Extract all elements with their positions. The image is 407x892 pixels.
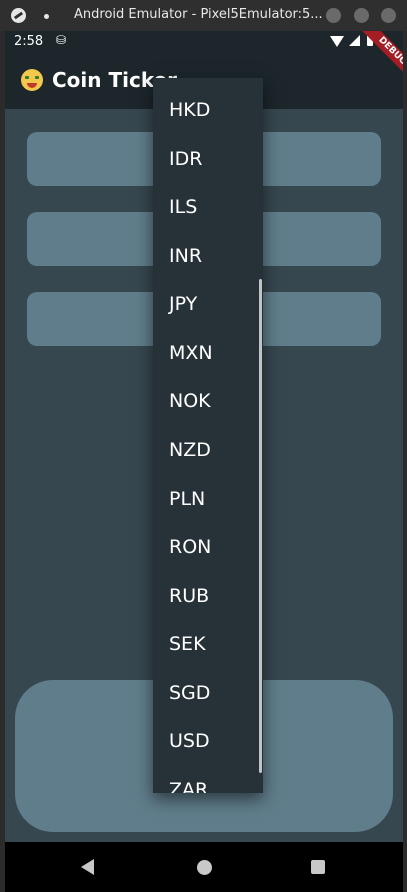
emulator-window: Android Emulator - Pixel5Emulator:5... 2… xyxy=(0,0,407,892)
dropdown-item-nok[interactable]: NOK xyxy=(169,390,211,412)
close-button[interactable] xyxy=(381,8,396,23)
navigation-bar xyxy=(5,842,403,892)
dropdown-item-ils[interactable]: ILS xyxy=(169,196,197,218)
phone-screen: 2:58 ⛁ Coin Ticker DEBUG 1 ... D 1 ... D… xyxy=(5,31,403,892)
dropdown-scrollbar[interactable] xyxy=(259,279,262,773)
dropdown-item-sek[interactable]: SEK xyxy=(169,633,206,655)
home-icon[interactable] xyxy=(197,860,212,875)
dropdown-item-mxn[interactable]: MXN xyxy=(169,342,213,364)
recent-apps-icon[interactable] xyxy=(311,860,325,874)
dropdown-item-usd[interactable]: USD xyxy=(169,730,210,752)
emulator-app-icon xyxy=(11,8,26,23)
dropdown-item-nzd[interactable]: NZD xyxy=(169,439,211,461)
dropdown-item-hkd[interactable]: HKD xyxy=(169,99,210,121)
pin-icon[interactable] xyxy=(44,14,49,19)
dropdown-item-jpy[interactable]: JPY xyxy=(169,293,197,315)
dropdown-item-pln[interactable]: PLN xyxy=(169,488,205,510)
dropdown-item-idr[interactable]: IDR xyxy=(169,148,202,170)
dropdown-item-inr[interactable]: INR xyxy=(169,245,202,267)
wifi-icon xyxy=(330,36,344,47)
dropdown-item-ron[interactable]: RON xyxy=(169,536,211,558)
currency-dropdown-menu[interactable]: HKD IDR ILS INR JPY MXN NOK NZD PLN RON … xyxy=(153,78,263,793)
status-time: 2:58 xyxy=(14,34,44,49)
debug-banner: DEBUG xyxy=(345,31,403,89)
back-icon[interactable] xyxy=(81,859,94,875)
dropdown-item-rub[interactable]: RUB xyxy=(169,585,209,607)
minimize-button[interactable] xyxy=(326,8,341,23)
debug-banner-label: DEBUG xyxy=(356,31,403,87)
dropdown-item-zar[interactable]: ZAR xyxy=(169,779,208,793)
maximize-button[interactable] xyxy=(354,8,369,23)
window-title: Android Emulator - Pixel5Emulator:5... xyxy=(74,7,323,22)
sim-icon: ⛁ xyxy=(56,33,67,47)
money-mouth-face-icon xyxy=(21,69,43,91)
window-titlebar[interactable]: Android Emulator - Pixel5Emulator:5... xyxy=(0,0,407,31)
dropdown-item-sgd[interactable]: SGD xyxy=(169,682,210,704)
status-bar: 2:58 ⛁ xyxy=(5,31,403,53)
